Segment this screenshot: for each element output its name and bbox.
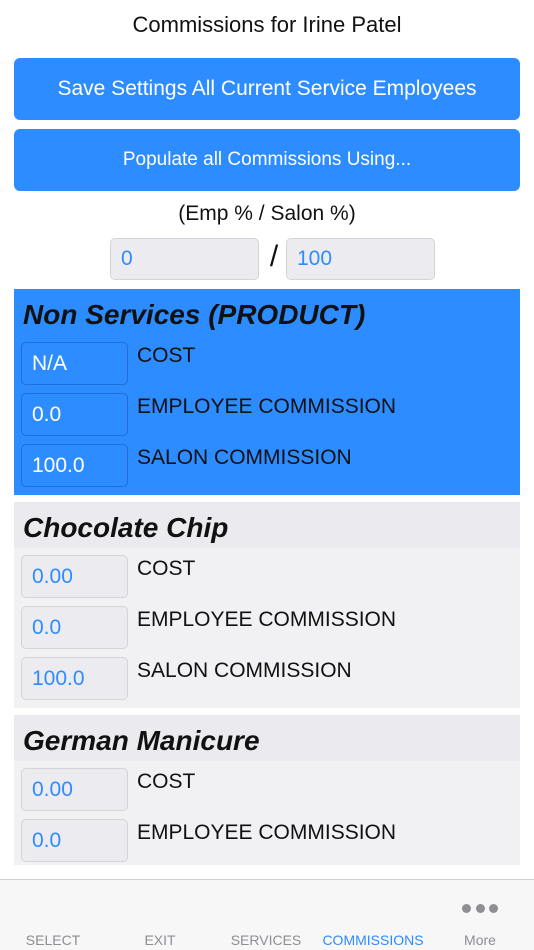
- section-non-services: Non Services (PRODUCT) N/A COST 0.0 EMPL…: [14, 289, 520, 495]
- employee-commission-input[interactable]: 0.0: [21, 393, 128, 436]
- tab-services[interactable]: SERVICES: [222, 932, 310, 948]
- salon-commission-label: SALON COMMISSION: [137, 446, 352, 469]
- tab-more[interactable]: More: [450, 932, 510, 948]
- save-settings-button[interactable]: Save Settings All Current Service Employ…: [14, 58, 520, 120]
- cost-label: COST: [137, 770, 196, 793]
- cost-label: COST: [137, 557, 196, 580]
- section-german-manicure: German Manicure 0.00 COST 0.0 EMPLOYEE C…: [14, 715, 520, 865]
- employee-percent-input[interactable]: 0: [110, 238, 259, 280]
- ratio-separator: /: [269, 240, 279, 273]
- section-title: Non Services (PRODUCT): [23, 299, 366, 330]
- cost-input[interactable]: 0.00: [21, 555, 128, 598]
- employee-commission-label: EMPLOYEE COMMISSION: [137, 821, 397, 844]
- dot: [489, 904, 498, 913]
- employee-commission-label: EMPLOYEE COMMISSION: [137, 608, 397, 631]
- tab-exit[interactable]: EXIT: [130, 932, 190, 948]
- ratio-label: (Emp % / Salon %): [178, 202, 356, 225]
- more-dots-icon[interactable]: [462, 904, 498, 914]
- employee-commission-input[interactable]: 0.0: [21, 606, 128, 649]
- section-chocolate-chip: Chocolate Chip 0.00 COST 0.0 EMPLOYEE CO…: [14, 502, 520, 708]
- salon-commission-input[interactable]: 100.0: [21, 444, 128, 487]
- page-title: Commissions for Irine Patel: [132, 12, 402, 37]
- tab-bar: SELECT EXIT SERVICES COMMISSIONS More: [0, 879, 534, 950]
- employee-commission-input[interactable]: 0.0: [21, 819, 128, 862]
- cost-label: COST: [137, 344, 196, 367]
- salon-percent-input[interactable]: 100: [286, 238, 435, 280]
- dot: [462, 904, 471, 913]
- section-title: Chocolate Chip: [23, 512, 229, 543]
- salon-commission-input[interactable]: 100.0: [21, 657, 128, 700]
- salon-commission-label: SALON COMMISSION: [137, 659, 352, 682]
- tab-select[interactable]: SELECT: [14, 932, 92, 948]
- cost-input[interactable]: N/A: [21, 342, 128, 385]
- section-title: German Manicure: [23, 725, 260, 756]
- commissions-screen: Commissions for Irine Patel Save Setting…: [0, 0, 534, 950]
- employee-commission-label: EMPLOYEE COMMISSION: [137, 395, 397, 418]
- cost-input[interactable]: 0.00: [21, 768, 128, 811]
- tab-commissions[interactable]: COMMISSIONS: [318, 932, 428, 948]
- dot: [475, 904, 485, 913]
- populate-commissions-button[interactable]: Populate all Commissions Using...: [14, 129, 520, 191]
